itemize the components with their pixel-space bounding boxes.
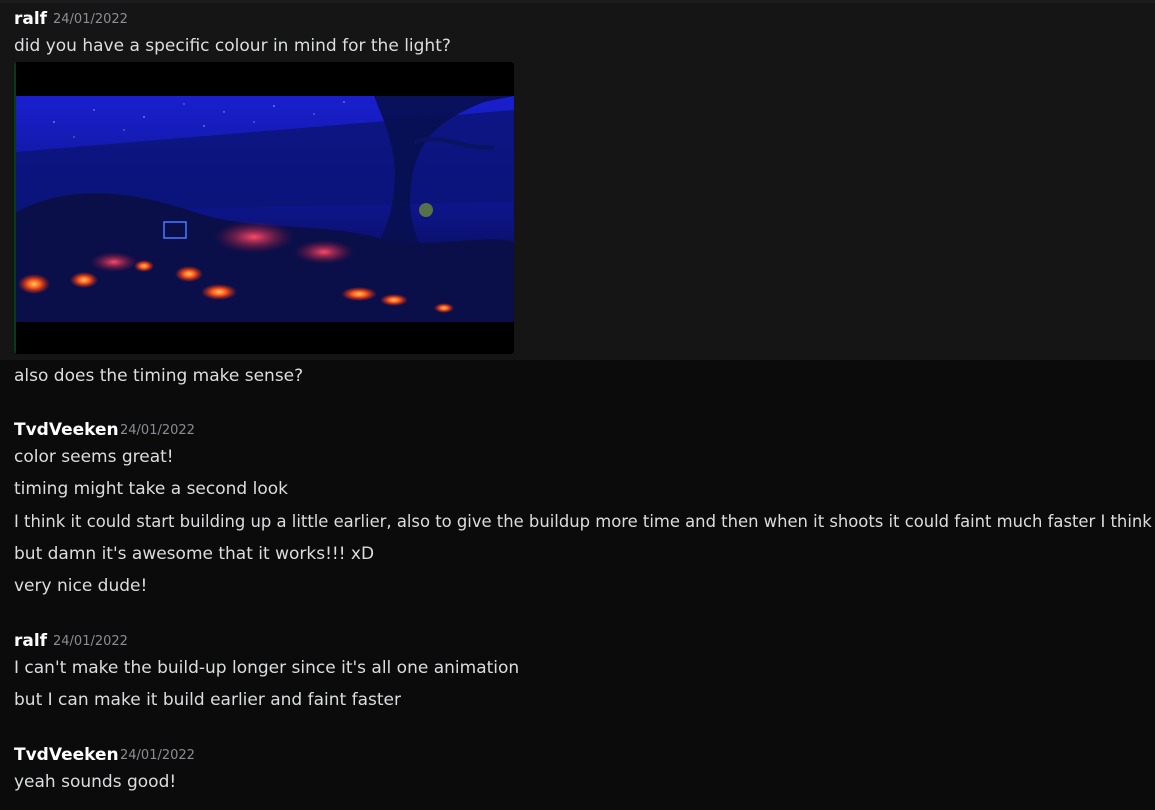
message-text: did you have a specific colour in mind f…	[14, 36, 451, 56]
message-timestamp: 24/01/2022	[53, 12, 128, 27]
message-text: I think it could start building up a lit…	[14, 512, 1152, 531]
message-timestamp: 24/01/2022	[120, 423, 195, 438]
message-text: also does the timing make sense?	[14, 366, 304, 386]
message-text: but I can make it build earlier and fain…	[14, 690, 401, 710]
message-text: color seems great!	[14, 447, 174, 467]
message-text: timing might take a second look	[14, 479, 288, 499]
image-attachment[interactable]	[14, 62, 514, 354]
message-text: yeah sounds good!	[14, 772, 177, 792]
top-divider	[0, 0, 1155, 3]
message-text: I can't make the build-up longer since i…	[14, 658, 520, 678]
message-text: very nice dude!	[14, 576, 148, 596]
message-text: but damn it's awesome that it works!!! x…	[14, 544, 375, 564]
message-timestamp: 24/01/2022	[120, 748, 195, 763]
message-author[interactable]: ralf	[14, 9, 47, 29]
message-timestamp: 24/01/2022	[53, 634, 128, 649]
message-author[interactable]: TvdVeeken	[14, 420, 119, 440]
screenshot-image	[14, 62, 514, 354]
message-author[interactable]: ralf	[14, 631, 47, 651]
message-author[interactable]: TvdVeeken	[14, 745, 119, 765]
